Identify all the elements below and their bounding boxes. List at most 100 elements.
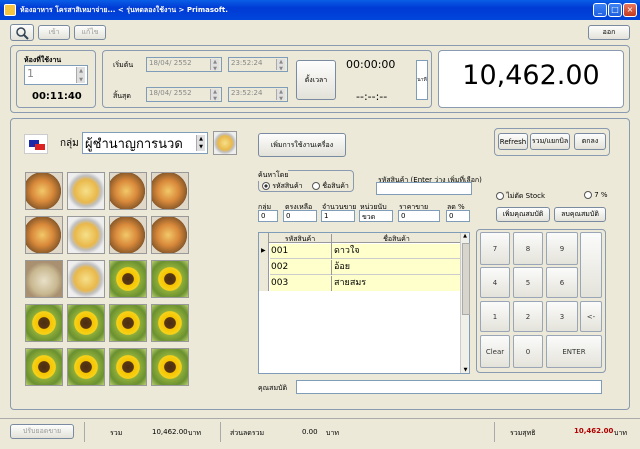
key-1[interactable]: 1 bbox=[480, 301, 510, 332]
cell-code: 003 bbox=[271, 278, 289, 288]
maximize-button[interactable]: □ bbox=[608, 3, 622, 17]
close-button[interactable]: × bbox=[623, 3, 637, 17]
refresh-button[interactable]: Refresh bbox=[498, 133, 528, 150]
ok-button[interactable]: ตกลง bbox=[574, 133, 606, 150]
product-image[interactable] bbox=[25, 172, 63, 210]
product-image[interactable] bbox=[25, 304, 63, 342]
enter-button[interactable]: เข้า bbox=[38, 25, 70, 40]
end-time-field[interactable]: 23:52:24 ▲ ▼ bbox=[228, 87, 288, 102]
product-image[interactable] bbox=[151, 172, 189, 210]
search-opt1-label: รหัสสินค้า bbox=[272, 182, 303, 190]
cell-name: อ้อย bbox=[331, 260, 350, 275]
remove-property-button[interactable]: ลบคุณสมบัติ bbox=[554, 207, 606, 222]
spinner-icon[interactable]: ▲ ▼ bbox=[276, 59, 285, 71]
product-image[interactable] bbox=[109, 216, 147, 254]
radio-icon[interactable] bbox=[312, 182, 320, 190]
key-blank[interactable] bbox=[580, 232, 602, 298]
code-input[interactable] bbox=[376, 182, 472, 195]
vat-option[interactable]: 7 % bbox=[584, 191, 608, 199]
bill-button[interactable]: รวม/แยกบิล bbox=[530, 133, 570, 150]
field-unit[interactable]: ขวด bbox=[359, 210, 393, 222]
adjust-sales-button[interactable]: ปรับยอดขาย bbox=[10, 424, 74, 439]
spinner-icon[interactable]: ▲ ▼ bbox=[276, 89, 285, 101]
radio-checked-icon[interactable] bbox=[262, 182, 270, 190]
key-enter[interactable]: ENTER bbox=[546, 335, 602, 368]
key-5[interactable]: 5 bbox=[513, 267, 543, 298]
product-image[interactable] bbox=[151, 348, 189, 386]
note-input[interactable] bbox=[296, 380, 602, 394]
product-image[interactable] bbox=[67, 348, 105, 386]
status-sep bbox=[84, 422, 85, 442]
scroll-up-icon[interactable]: ▲ bbox=[461, 233, 469, 239]
search-by-code[interactable]: รหัสสินค้า bbox=[262, 181, 303, 192]
table-row[interactable]: 001 ดาวใจ bbox=[270, 244, 461, 259]
product-image[interactable] bbox=[67, 260, 105, 298]
field-price[interactable]: 0 bbox=[398, 210, 440, 222]
product-image[interactable] bbox=[151, 304, 189, 342]
table-scrollbar[interactable]: ▲ ▼ bbox=[460, 233, 470, 373]
field-remain[interactable]: 0 bbox=[283, 210, 317, 222]
spinner-icon[interactable]: ▲ ▼ bbox=[210, 59, 219, 71]
search-by-name[interactable]: ชื่อสินค้า bbox=[312, 181, 349, 192]
group-value: ผู้ชำนาญการนวด bbox=[85, 136, 183, 152]
product-image[interactable] bbox=[67, 304, 105, 342]
start-time-field[interactable]: 23:52:24 ▲ ▼ bbox=[228, 57, 288, 72]
product-image[interactable] bbox=[109, 304, 147, 342]
total-unit: บาท bbox=[188, 429, 201, 437]
no-stock-label: ไม่ตัด Stock bbox=[506, 192, 546, 200]
add-property-button[interactable]: เพิ่มคุณสมบัติ bbox=[496, 207, 550, 222]
scroll-thumb[interactable] bbox=[462, 243, 470, 315]
scroll-down-icon[interactable]: ▼ bbox=[461, 367, 470, 373]
key-9[interactable]: 9 bbox=[546, 232, 578, 265]
minimize-button[interactable]: _ bbox=[593, 3, 607, 17]
spinner-icon[interactable]: ▲ ▼ bbox=[196, 135, 205, 151]
table-row[interactable]: 002 อ้อย bbox=[270, 260, 461, 275]
start-label: เริ่มต้น bbox=[113, 61, 134, 69]
product-image[interactable] bbox=[109, 260, 147, 298]
start-date-field[interactable]: 18/04/ 2552 ▲ ▼ bbox=[146, 57, 222, 72]
row-selector bbox=[259, 233, 269, 291]
group-label: กลุ่ม bbox=[60, 138, 79, 149]
radio-icon[interactable] bbox=[496, 192, 504, 200]
key-4[interactable]: 4 bbox=[480, 267, 510, 298]
product-image[interactable] bbox=[25, 260, 63, 298]
cell-code: 002 bbox=[271, 262, 289, 272]
set-time-button[interactable]: ตั้งเวลา bbox=[296, 60, 336, 100]
key-clear[interactable]: Clear bbox=[480, 335, 510, 368]
search-button[interactable] bbox=[10, 24, 34, 41]
product-image[interactable] bbox=[67, 216, 105, 254]
key-0[interactable]: 0 bbox=[513, 335, 543, 368]
exit-button[interactable]: ออก bbox=[588, 25, 630, 40]
product-image[interactable] bbox=[109, 172, 147, 210]
field-qty[interactable]: 1 bbox=[321, 210, 355, 222]
spinner-icon[interactable]: ▲ ▼ bbox=[76, 67, 85, 83]
field-group[interactable]: 0 bbox=[258, 210, 278, 222]
discount-unit: บาท bbox=[326, 429, 339, 437]
product-image[interactable] bbox=[25, 216, 63, 254]
total-label: รวม bbox=[110, 429, 123, 437]
spinner-icon[interactable]: ▲ ▼ bbox=[210, 89, 219, 101]
room-select[interactable]: 1 ▲ ▼ bbox=[24, 65, 88, 85]
product-image[interactable] bbox=[151, 216, 189, 254]
search-opt2-label: ชื่อสินค้า bbox=[322, 182, 349, 190]
key-3[interactable]: 3 bbox=[546, 301, 578, 332]
table-row[interactable]: 003 สายสมร bbox=[270, 276, 461, 291]
add-service-button[interactable]: เพิ่มการใช้งานเครื่อง bbox=[258, 133, 346, 157]
product-image[interactable] bbox=[109, 348, 147, 386]
key-7[interactable]: 7 bbox=[480, 232, 510, 265]
product-image[interactable] bbox=[67, 172, 105, 210]
key-backspace[interactable]: <- bbox=[580, 301, 602, 332]
product-image[interactable] bbox=[151, 260, 189, 298]
total-display: 10,462.00 bbox=[462, 60, 600, 91]
key-6[interactable]: 6 bbox=[546, 267, 578, 298]
product-image[interactable] bbox=[25, 348, 63, 386]
radio-icon[interactable] bbox=[584, 191, 592, 199]
vat-label: 7 % bbox=[594, 191, 608, 199]
no-stock-option[interactable]: ไม่ตัด Stock bbox=[496, 191, 545, 202]
key-2[interactable]: 2 bbox=[513, 301, 543, 332]
edit-button[interactable]: แก้ไข bbox=[74, 25, 106, 40]
key-8[interactable]: 8 bbox=[513, 232, 543, 265]
group-select[interactable]: ผู้ชำนาญการนวด ▲ ▼ bbox=[82, 132, 208, 154]
field-discount[interactable]: 0 bbox=[446, 210, 470, 222]
end-date-field[interactable]: 18/04/ 2552 ▲ ▼ bbox=[146, 87, 222, 102]
